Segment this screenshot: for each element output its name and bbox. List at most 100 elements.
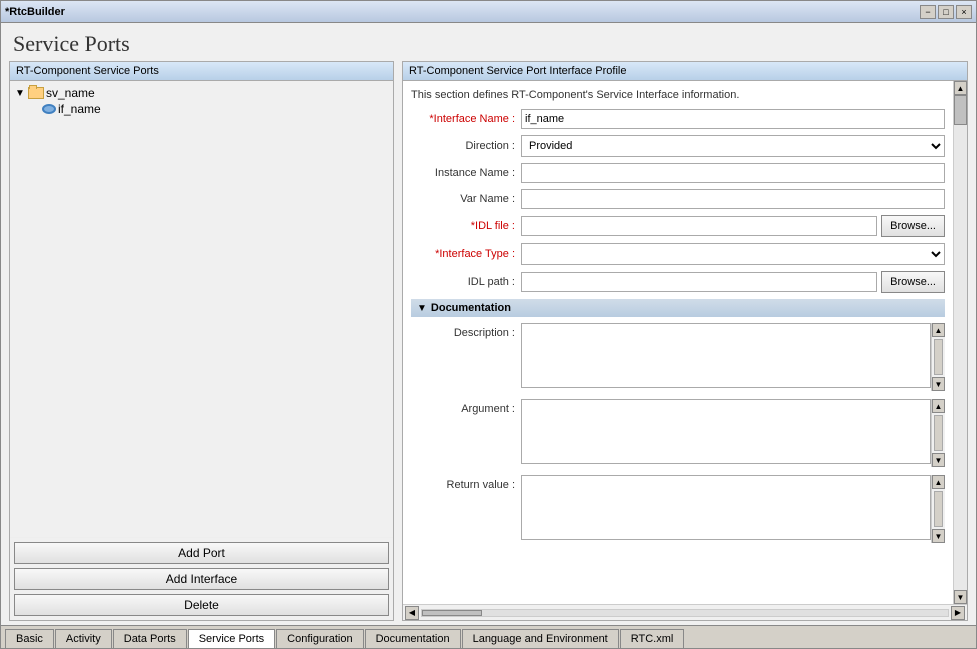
main-panels: RT-Component Service Ports ▼ sv_name if_…	[1, 61, 976, 625]
scroll-thumb-2	[934, 415, 943, 451]
instance-name-row: Instance Name :	[411, 163, 945, 183]
add-interface-button[interactable]: Add Interface	[14, 568, 389, 590]
hscroll-right-arrow[interactable]: ▶	[951, 606, 965, 620]
idl-file-row: *IDL file : Browse...	[411, 215, 945, 237]
window-title: *RtcBuilder	[5, 6, 920, 18]
scroll-up-arrow-2[interactable]: ▲	[932, 399, 945, 413]
direction-select[interactable]: Provided Required	[521, 135, 945, 157]
content-area: RT-Component Service Ports ▼ sv_name if_…	[1, 61, 976, 648]
scroll-up-arrow-3[interactable]: ▲	[932, 475, 945, 489]
idl-file-input[interactable]	[521, 216, 877, 236]
page-title: Service Ports	[1, 23, 976, 61]
hscroll-thumb[interactable]	[422, 610, 482, 616]
tree-and-buttons: ▼ sv_name if_name	[10, 81, 393, 537]
hscroll-left-arrow[interactable]: ◀	[405, 606, 419, 620]
left-panel-header: RT-Component Service Ports	[10, 62, 393, 81]
minimize-button[interactable]: −	[920, 5, 936, 19]
title-bar-buttons: − □ ×	[920, 5, 972, 19]
tree-root-node[interactable]: ▼ sv_name	[14, 85, 389, 101]
tab-activity[interactable]: Activity	[55, 629, 112, 648]
interface-type-row: *Interface Type :	[411, 243, 945, 265]
return-value-row: Return value : ▲ ▼	[411, 475, 945, 543]
var-name-row: Var Name :	[411, 189, 945, 209]
section-arrow-icon: ▼	[417, 303, 427, 314]
description-textarea-wrap: ▲ ▼	[521, 323, 945, 391]
info-text: This section defines RT-Component's Serv…	[411, 89, 945, 101]
right-panel-wrapper: This section defines RT-Component's Serv…	[403, 81, 967, 604]
instance-name-label: Instance Name :	[411, 167, 521, 179]
interface-name-input[interactable]	[521, 109, 945, 129]
add-port-button[interactable]: Add Port	[14, 542, 389, 564]
scroll-down-arrow-2[interactable]: ▼	[932, 453, 945, 467]
interface-name-row: *Interface Name :	[411, 109, 945, 129]
idl-path-label: IDL path :	[411, 276, 521, 288]
tab-documentation[interactable]: Documentation	[365, 629, 461, 648]
right-panel-header: RT-Component Service Port Interface Prof…	[403, 62, 967, 81]
maximize-button[interactable]: □	[938, 5, 954, 19]
vscroll-track	[954, 95, 967, 590]
vscroll-down-arrow[interactable]: ▼	[954, 590, 967, 604]
right-panel-scrollbar: ▲ ▼	[953, 81, 967, 604]
scroll-up-arrow[interactable]: ▲	[932, 323, 945, 337]
interface-type-select[interactable]	[521, 243, 945, 265]
hscroll-track	[421, 609, 949, 617]
tab-basic[interactable]: Basic	[5, 629, 54, 648]
tab-service-ports[interactable]: Service Ports	[188, 629, 275, 648]
left-panel: RT-Component Service Ports ▼ sv_name if_…	[9, 61, 394, 621]
description-scrollbar: ▲ ▼	[931, 323, 945, 391]
direction-label: Direction :	[411, 140, 521, 152]
scroll-thumb-3	[934, 491, 943, 527]
tab-data-ports[interactable]: Data Ports	[113, 629, 187, 648]
argument-textarea-wrap: ▲ ▼	[521, 399, 945, 467]
left-buttons: Add Port Add Interface Delete	[10, 537, 393, 620]
idl-path-input[interactable]	[521, 272, 877, 292]
instance-name-input[interactable]	[521, 163, 945, 183]
return-value-textarea-wrap: ▲ ▼	[521, 475, 945, 543]
right-panel: RT-Component Service Port Interface Prof…	[402, 61, 968, 621]
horiz-scroll-bar: ◀ ▶	[403, 604, 967, 620]
scroll-down-arrow-3[interactable]: ▼	[932, 529, 945, 543]
interface-icon	[42, 104, 56, 114]
vscroll-up-arrow[interactable]: ▲	[954, 81, 967, 95]
idl-file-browse-button[interactable]: Browse...	[881, 215, 945, 237]
description-label: Description :	[411, 323, 521, 339]
interface-type-label: *Interface Type :	[411, 248, 521, 260]
close-button[interactable]: ×	[956, 5, 972, 19]
root-node-label: sv_name	[46, 86, 95, 100]
interface-name-label: *Interface Name :	[411, 113, 521, 125]
tab-configuration[interactable]: Configuration	[276, 629, 363, 648]
description-row: Description : ▲ ▼	[411, 323, 945, 391]
return-value-textarea[interactable]	[521, 475, 931, 540]
vscroll-thumb[interactable]	[954, 95, 967, 125]
argument-label: Argument :	[411, 399, 521, 415]
documentation-section-title: Documentation	[431, 302, 511, 314]
return-value-scrollbar: ▲ ▼	[931, 475, 945, 543]
idl-path-browse-button[interactable]: Browse...	[881, 271, 945, 293]
expand-icon: ▼	[14, 87, 26, 99]
argument-row: Argument : ▲ ▼	[411, 399, 945, 467]
direction-row: Direction : Provided Required	[411, 135, 945, 157]
child-node[interactable]: if_name	[42, 101, 389, 117]
argument-scrollbar: ▲ ▼	[931, 399, 945, 467]
documentation-section-header[interactable]: ▼ Documentation	[411, 299, 945, 317]
folder-icon	[28, 87, 44, 99]
scroll-thumb	[934, 339, 943, 375]
child-node-label: if_name	[58, 102, 101, 116]
tabs-bar: Basic Activity Data Ports Service Ports …	[1, 625, 976, 648]
idl-path-row: IDL path : Browse...	[411, 271, 945, 293]
bottom-spacer	[411, 551, 945, 581]
return-value-label: Return value :	[411, 475, 521, 491]
tree-container: ▼ sv_name if_name	[10, 81, 393, 537]
delete-button[interactable]: Delete	[14, 594, 389, 616]
var-name-label: Var Name :	[411, 193, 521, 205]
title-bar: *RtcBuilder − □ ×	[1, 1, 976, 23]
tab-language-and-environment[interactable]: Language and Environment	[462, 629, 619, 648]
argument-textarea[interactable]	[521, 399, 931, 464]
main-window: *RtcBuilder − □ × Service Ports RT-Compo…	[0, 0, 977, 649]
description-textarea[interactable]	[521, 323, 931, 388]
scroll-down-arrow[interactable]: ▼	[932, 377, 945, 391]
right-panel-content: This section defines RT-Component's Serv…	[403, 81, 953, 604]
idl-file-label: *IDL file :	[411, 220, 521, 232]
var-name-input[interactable]	[521, 189, 945, 209]
tab-rtcxml[interactable]: RTC.xml	[620, 629, 685, 648]
